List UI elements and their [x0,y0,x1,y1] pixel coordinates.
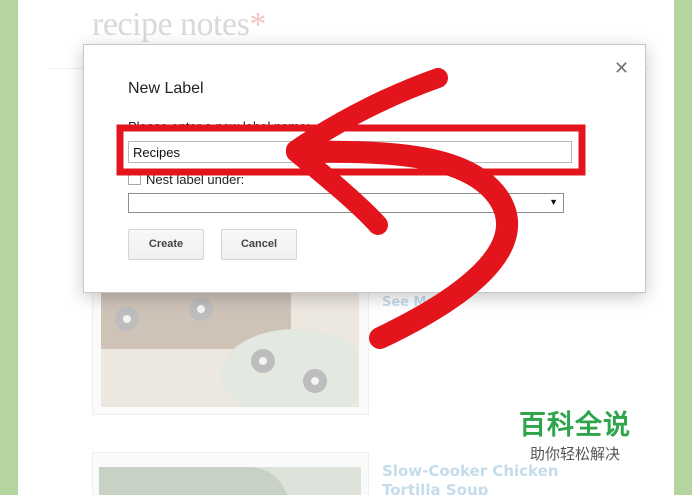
watermark: 百科全说 助你轻松解决 [505,403,645,464]
watermark-brand: 百科全说 [519,410,631,441]
watermark-tagline: 助你轻松解决 [529,445,620,463]
arrow-upper-stroke-icon [286,68,448,160]
